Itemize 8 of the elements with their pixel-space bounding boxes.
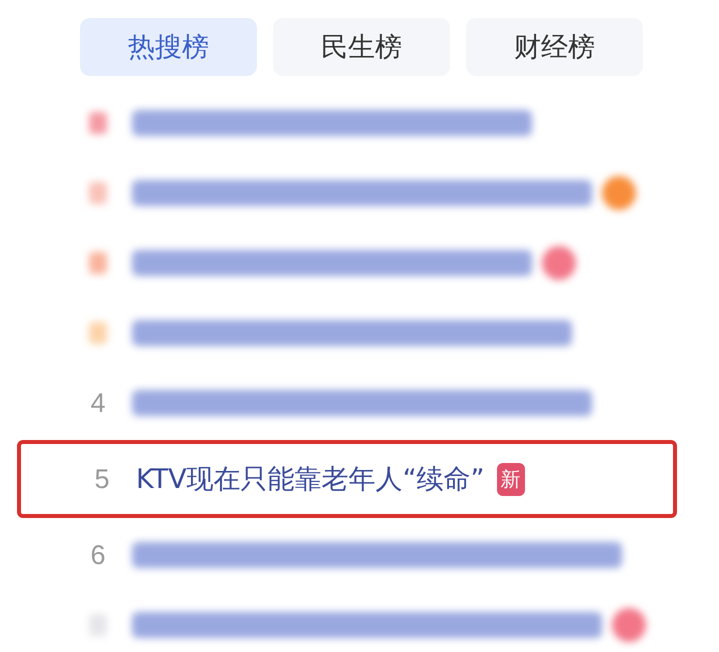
rank-number: 6 [89, 540, 107, 570]
rank-number: 4 [89, 388, 107, 418]
tab[interactable]: 热搜榜 [80, 18, 257, 76]
tab[interactable]: 民生榜 [273, 18, 450, 76]
rank-number: 5 [93, 464, 111, 494]
tab[interactable]: 财经榜 [466, 18, 643, 76]
headline-link[interactable]: KTV现在只能靠老年人“续命” [136, 461, 485, 497]
new-badge: 新 [496, 462, 525, 496]
